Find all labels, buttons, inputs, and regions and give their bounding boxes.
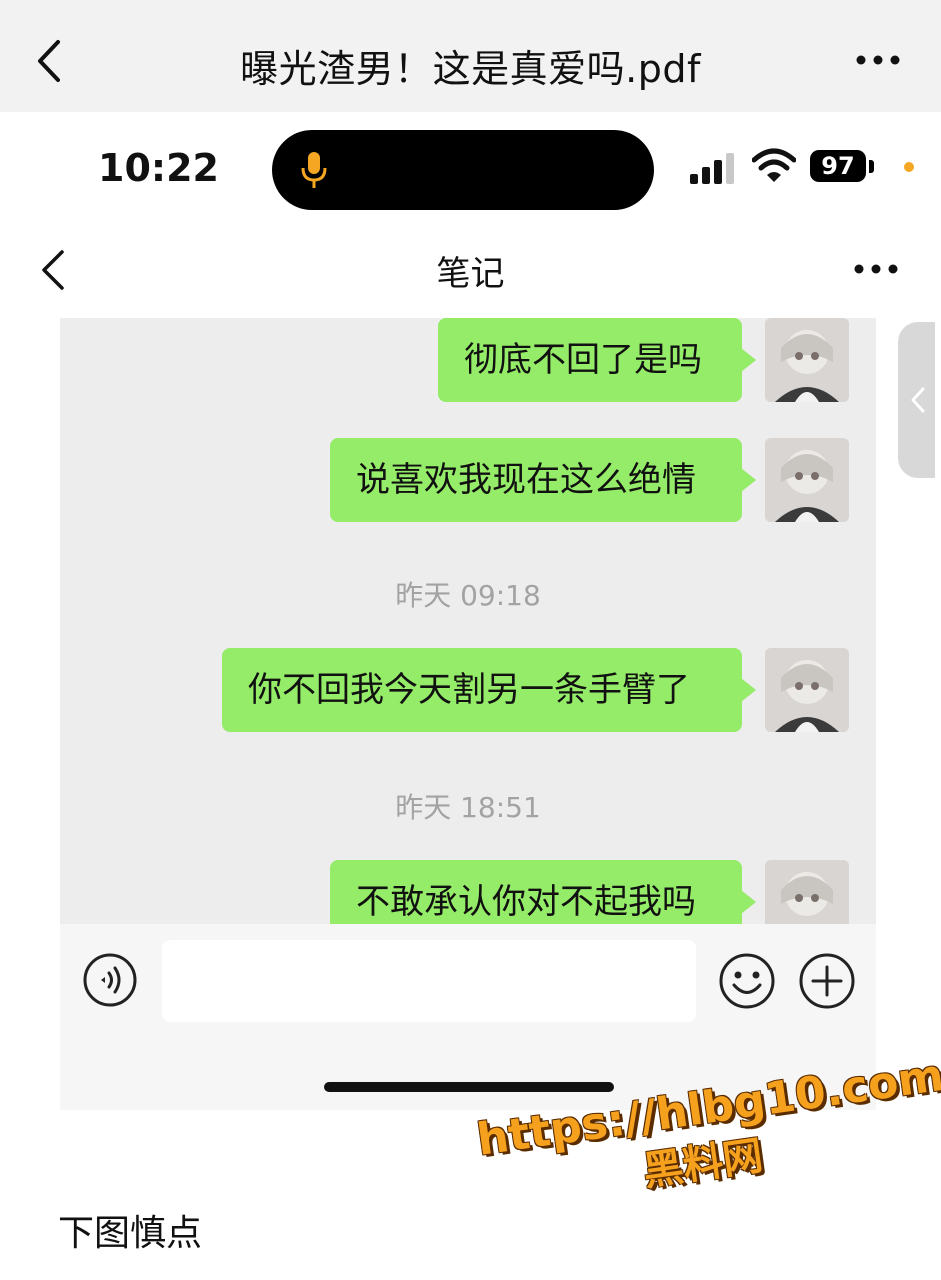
side-panel-tab[interactable] <box>898 322 935 478</box>
message-bubble[interactable]: 不敢承认你对不起我吗 <box>330 860 756 924</box>
timestamp: 昨天 18:51 <box>395 791 541 824</box>
status-time: 10:22 <box>98 146 219 190</box>
more-horizontal-icon[interactable] <box>855 52 901 68</box>
privacy-indicator-dot <box>904 162 914 172</box>
avatar-image <box>765 648 849 732</box>
battery-level: 97 <box>810 150 866 182</box>
microphone-icon <box>301 152 327 188</box>
wifi-icon <box>752 148 796 182</box>
avatar[interactable] <box>765 318 849 402</box>
avatar-image <box>765 318 849 402</box>
embedded-screenshot: 10:22 97 笔记 彻底不回了是吗 说喜欢我现在这么绝情 昨天 09:18 … <box>6 112 935 1122</box>
message-bubble[interactable]: 你不回我今天割另一条手臂了 <box>222 648 756 732</box>
message-bubble[interactable]: 说喜欢我现在这么绝情 <box>330 438 756 522</box>
chat-history[interactable]: 彻底不回了是吗 说喜欢我现在这么绝情 昨天 09:18 你不回我今天割另一条手臂… <box>60 318 876 924</box>
message-input[interactable] <box>162 940 696 1022</box>
avatar-image <box>765 438 849 522</box>
emoji-icon[interactable] <box>718 952 776 1010</box>
dynamic-island <box>272 130 654 210</box>
plus-circle-icon[interactable] <box>798 952 856 1010</box>
caption-text: 下图慎点 <box>58 1213 203 1254</box>
chevron-left-icon <box>911 387 925 413</box>
avatar[interactable] <box>765 860 849 924</box>
avatar-image <box>765 860 849 924</box>
pdf-viewer-header: 曝光渣男！这是真爱吗.pdf <box>0 0 941 112</box>
voice-icon[interactable] <box>82 952 138 1008</box>
chat-title: 笔记 <box>436 254 505 294</box>
battery-tip <box>869 160 874 173</box>
pdf-title: 曝光渣男！这是真爱吗.pdf <box>240 47 701 91</box>
home-indicator <box>324 1082 614 1092</box>
timestamp: 昨天 09:18 <box>395 579 541 612</box>
avatar[interactable] <box>765 438 849 522</box>
signal-icon <box>690 153 734 184</box>
more-horizontal-icon[interactable] <box>853 262 899 276</box>
avatar[interactable] <box>765 648 849 732</box>
message-bubble[interactable]: 彻底不回了是吗 <box>438 318 756 402</box>
